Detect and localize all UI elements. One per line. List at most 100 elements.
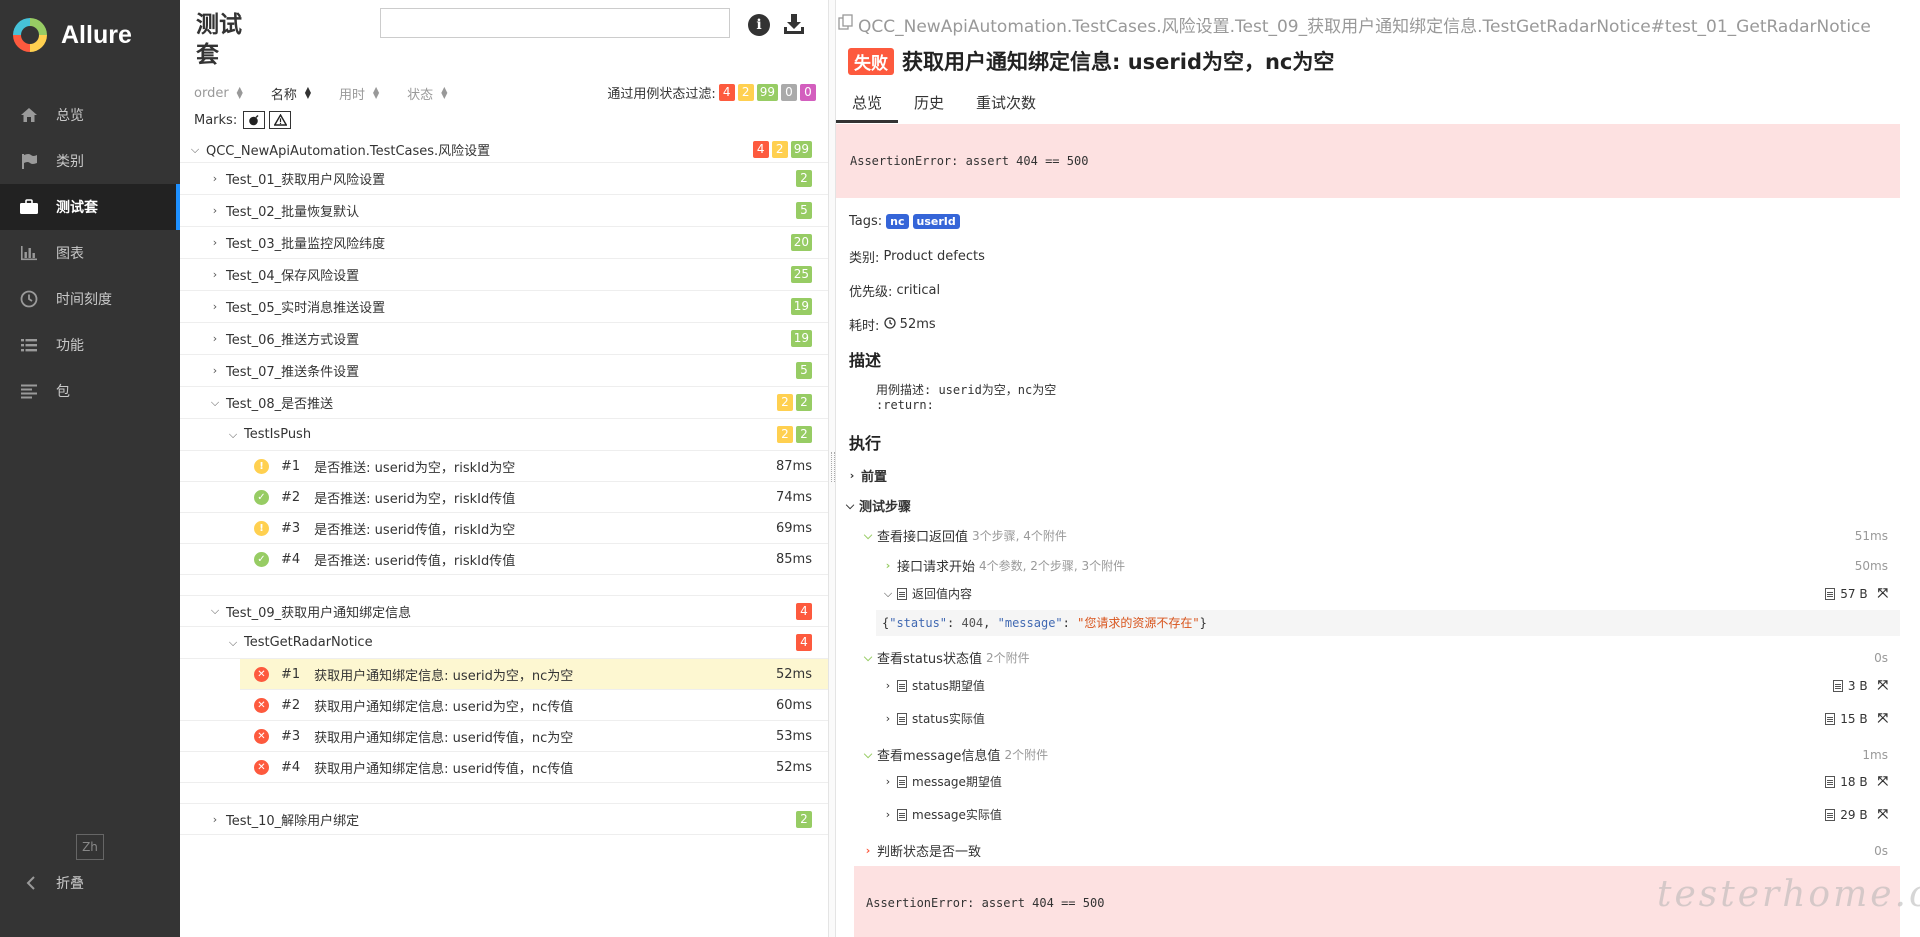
filter-passed[interactable]: 99	[756, 84, 778, 101]
test-case-row[interactable]: ✓ #4 是否推送: userid传值，riskId传值 85ms	[180, 544, 828, 575]
passed-count: 2	[796, 170, 812, 187]
suite-label: Test_01_获取用户风险设置	[226, 173, 386, 188]
filter-unknown[interactable]: 0	[800, 84, 816, 101]
step-row[interactable]: › 接口请求开始 4个参数, 2个步骤, 3个附件 50ms	[836, 556, 1900, 576]
tab-history[interactable]: 历史	[898, 90, 960, 123]
tree-class-row[interactable]: ⌵ TestGetRadarNotice 4	[180, 627, 828, 659]
expand-icon[interactable]: ⤧	[1878, 678, 1888, 693]
sidebar-item-label: 总览	[56, 108, 84, 124]
description-body: 用例描述: userid为空，nc为空 :return:	[876, 383, 1056, 413]
sidebar-item-suites[interactable]: 测试套	[0, 184, 180, 230]
passed-status-icon: ✓	[254, 489, 269, 505]
step-summary: 4个参数, 2个步骤, 3个附件	[979, 559, 1126, 573]
clock-icon	[18, 290, 40, 308]
sort-name[interactable]: 名称 ▲ ▼	[271, 84, 311, 103]
step-row[interactable]: ⌵ 查看接口返回值 3个步骤, 4个附件 51ms	[836, 526, 1900, 546]
case-label: 获取用户通知绑定信息: userid传值，nc传值	[314, 761, 574, 777]
setup-section[interactable]: › 前置	[846, 466, 1900, 485]
case-number: #1	[281, 458, 301, 474]
brand[interactable]: Allure	[0, 0, 180, 70]
attachment-size: 15 B	[1825, 712, 1868, 726]
test-case-row[interactable]: ✓ #2 是否推送: userid为空，riskId传值 74ms	[180, 482, 828, 513]
chevron-right-icon: ›	[885, 679, 891, 692]
sidebar-item-categories[interactable]: 类别	[0, 138, 180, 184]
attachment-row[interactable]: › message期望值 18 B ⤧	[836, 773, 1900, 790]
tree-suite-row-expanded[interactable]: ⌵ Test_08_是否推送 2 2	[180, 387, 828, 419]
tree-class-row[interactable]: ⌵ TestIsPush 2 2	[180, 419, 828, 451]
sort-order[interactable]: order ▲ ▼	[194, 86, 243, 101]
collapse-button[interactable]: 折叠	[0, 866, 84, 900]
case-label: 是否推送: userid传值，riskId为空	[314, 522, 516, 538]
sort-duration[interactable]: 用时 ▲ ▼	[339, 84, 379, 103]
sort-status[interactable]: 状态 ▲ ▼	[407, 84, 447, 103]
test-body-section[interactable]: ⌵ 测试步骤	[844, 496, 1900, 516]
download-icon[interactable]	[782, 12, 806, 36]
tree-suite-row[interactable]: › Test_07_推送条件设置 5	[180, 355, 828, 387]
suite-label: Test_04_保存风险设置	[226, 269, 360, 284]
suite-label: Test_07_推送条件设置	[226, 365, 360, 380]
step-row[interactable]: ⌵ 查看message信息值 2个附件 1ms	[836, 745, 1900, 765]
attachment-row[interactable]: › status期望值 3 B ⤧	[836, 677, 1900, 694]
step-row-failed[interactable]: › 判断状态是否一致 0s	[836, 841, 1900, 861]
step-row[interactable]: ⌵ 查看status状态值 2个附件 0s	[836, 648, 1900, 668]
filter-failed[interactable]: 4	[718, 84, 735, 101]
test-case-row[interactable]: ! #3 是否推送: userid传值，riskId为空 69ms	[180, 513, 828, 544]
test-case-row-selected[interactable]: ✕ #1 获取用户通知绑定信息: userid为空，nc为空 52ms	[240, 659, 828, 690]
chevron-down-icon: ⌵	[883, 586, 893, 600]
sidebar-item-graphs[interactable]: 图表	[0, 230, 180, 276]
search-input[interactable]	[380, 8, 730, 38]
pane-resize-handle[interactable]	[828, 0, 836, 937]
class-badges: 22	[774, 426, 812, 443]
tab-retries[interactable]: 重试次数	[960, 90, 1052, 123]
expand-icon[interactable]: ⤧	[1878, 807, 1888, 822]
attachment-row[interactable]: ⌵ 返回值内容 57 B ⤧	[836, 585, 1900, 602]
test-case-row[interactable]: ✕ #3 获取用户通知绑定信息: userid传值，nc为空 53ms	[180, 721, 828, 752]
tree-suite-row[interactable]: › Test_04_保存风险设置 25	[180, 259, 828, 291]
sort-arrows-icon: ▲ ▼	[373, 85, 380, 100]
chevron-right-icon: ›	[212, 332, 218, 345]
copy-icon[interactable]	[838, 14, 854, 35]
tree-suite-row[interactable]: › Test_10_解除用户绑定 2	[180, 803, 828, 835]
sidebar-item-behaviors[interactable]: 功能	[0, 322, 180, 368]
warning-icon[interactable]	[269, 111, 292, 129]
flaky-bomb-icon[interactable]	[243, 111, 266, 129]
suite-badges: 19	[788, 298, 812, 315]
expand-icon[interactable]: ⤧	[1878, 586, 1888, 601]
attachment-row[interactable]: › status实际值 15 B ⤧	[836, 710, 1900, 727]
suite-label: Test_03_批量监控风险纬度	[226, 237, 386, 252]
description-line: 用例描述: userid为空，nc为空	[876, 383, 1057, 397]
test-case-row[interactable]: ! #1 是否推送: userid为空，riskId为空 87ms	[180, 451, 828, 482]
expand-icon[interactable]: ⤧	[1878, 711, 1888, 726]
step-label: 接口请求开始	[897, 560, 976, 575]
tree-suite-row[interactable]: › Test_02_批量恢复默认 5	[180, 195, 828, 227]
step-duration: 0s	[1874, 650, 1888, 665]
marks-label: Marks:	[194, 112, 238, 128]
tree-suite-row[interactable]: › Test_05_实时消息推送设置 19	[180, 291, 828, 323]
case-number: #1	[281, 666, 301, 682]
language-switcher[interactable]: Zh	[76, 834, 104, 860]
attachment-row[interactable]: › message实际值 29 B ⤧	[836, 806, 1900, 823]
tree-suite-row[interactable]: › Test_06_推送方式设置 19	[180, 323, 828, 355]
failed-status-icon: ✕	[254, 666, 269, 682]
tree-root-group[interactable]: ⌵ QCC_NewApiAutomation.TestCases.风险设置 4 …	[180, 137, 828, 163]
sidebar-item-packages[interactable]: 包	[0, 368, 180, 414]
expand-icon[interactable]: ⤧	[1878, 774, 1888, 789]
info-icon[interactable]: i	[748, 14, 770, 36]
tab-overview[interactable]: 总览	[836, 90, 899, 123]
test-case-row[interactable]: ✕ #2 获取用户通知绑定信息: userid为空，nc传值 60ms	[180, 690, 828, 721]
sort-arrows-icon: ▲ ▼	[304, 85, 311, 100]
step-duration: 0s	[1874, 843, 1888, 858]
chevron-down-icon: ⌵	[228, 635, 238, 649]
tree-suite-row-expanded[interactable]: ⌵ Test_09_获取用户通知绑定信息 4	[180, 595, 828, 627]
chevron-right-icon: ›	[212, 812, 218, 826]
filter-broken[interactable]: 2	[737, 84, 754, 101]
attachment-label: status实际值	[912, 712, 985, 726]
tree-suite-row[interactable]: › Test_01_获取用户风险设置 2	[180, 163, 828, 195]
tree-suite-row[interactable]: › Test_03_批量监控风险纬度 20	[180, 227, 828, 259]
chevron-down-icon: ⌵	[863, 747, 873, 761]
sort-duration-label: 用时	[339, 87, 366, 103]
filter-skipped[interactable]: 0	[781, 84, 797, 101]
sidebar-item-overview[interactable]: 总览	[0, 92, 180, 138]
sidebar-item-timeline[interactable]: 时间刻度	[0, 276, 180, 322]
test-case-row[interactable]: ✕ #4 获取用户通知绑定信息: userid传值，nc传值 52ms	[180, 752, 828, 783]
